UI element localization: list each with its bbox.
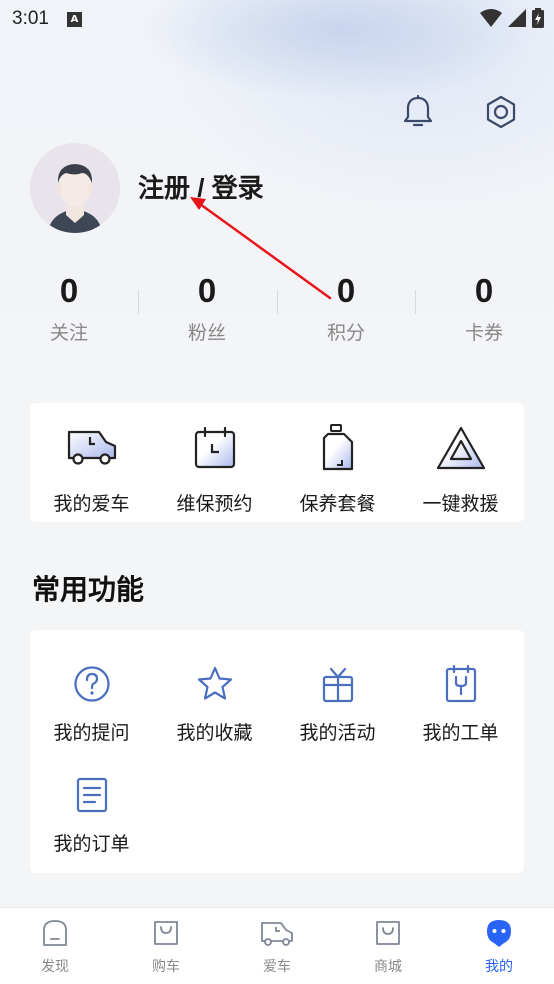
status-icons — [480, 8, 544, 28]
func-label: 我的工单 — [422, 722, 499, 744]
quick-maintenance-package[interactable]: 保养套餐 — [276, 423, 399, 516]
section-title-common-functions: 常用功能 — [32, 573, 145, 606]
stat-value: 0 — [197, 272, 217, 309]
stat-value: 0 — [336, 272, 356, 309]
stat-follow[interactable]: 0 关注 — [0, 266, 138, 345]
func-my-activities[interactable]: 我的活动 — [276, 664, 399, 745]
order-list-icon — [76, 777, 107, 813]
stat-label: 卡券 — [464, 322, 503, 344]
stat-label: 积分 — [326, 322, 365, 344]
stat-value: 0 — [59, 272, 79, 309]
star-icon — [197, 666, 232, 700]
tab-buy-car[interactable]: 购车 — [111, 916, 221, 976]
func-label: 我的订单 — [53, 833, 130, 855]
stat-points[interactable]: 0 积分 — [277, 266, 415, 345]
stat-label: 关注 — [49, 322, 88, 344]
func-my-questions[interactable]: 我的提问 — [30, 664, 153, 745]
tab-label: 商城 — [374, 959, 402, 975]
battery-icon — [532, 8, 544, 28]
car-icon — [67, 430, 116, 465]
func-my-orders[interactable]: 我的订单 — [30, 775, 153, 856]
mall-bag-icon — [376, 921, 400, 945]
oil-bottle-icon — [322, 424, 353, 471]
quick-label: 保养套餐 — [299, 493, 376, 515]
work-order-icon — [445, 664, 476, 703]
tab-my-car[interactable]: 爱车 — [222, 916, 332, 976]
avatar[interactable] — [30, 143, 120, 233]
tab-mine[interactable]: 我的 — [444, 916, 554, 976]
quick-maintenance-booking[interactable]: 维保预约 — [153, 423, 276, 516]
quick-label: 我的爱车 — [53, 493, 130, 515]
quick-my-car[interactable]: 我的爱车 — [30, 423, 153, 516]
quick-label: 一键救援 — [422, 493, 499, 515]
common-functions-card: 我的提问 我的收藏 我的活动 我的工单 我的订单 — [30, 630, 524, 873]
tab-label: 我的 — [485, 959, 513, 975]
func-label: 我的收藏 — [176, 722, 253, 744]
func-label: 我的活动 — [299, 722, 376, 744]
func-my-favorites[interactable]: 我的收藏 — [153, 664, 276, 745]
status-bar: 3:01 A — [0, 0, 554, 38]
tab-label: 爱车 — [263, 959, 291, 975]
signal-icon — [508, 9, 526, 27]
wifi-icon — [480, 9, 502, 27]
func-label: 我的提问 — [53, 722, 130, 744]
profile-icon — [487, 920, 511, 947]
stat-label: 粉丝 — [187, 322, 226, 344]
car-tab-icon — [261, 922, 293, 946]
tab-label: 发现 — [41, 959, 69, 975]
tab-discover[interactable]: 发现 — [0, 916, 110, 976]
quick-rescue[interactable]: 一键救援 — [399, 423, 522, 516]
settings-gear-icon[interactable] — [481, 92, 521, 132]
bottom-tab-bar: 发现 购车 爱车 商城 我的 — [0, 907, 554, 984]
warning-triangle-icon — [436, 426, 485, 470]
discover-icon — [43, 920, 67, 946]
shopping-bag-icon — [154, 921, 178, 945]
question-icon — [73, 666, 110, 702]
notification-bell-icon[interactable] — [398, 92, 438, 132]
register-login-link[interactable]: 注册 / 登录 — [138, 168, 264, 205]
quick-actions-card: 我的爱车 维保预约 保养套餐 一键救援 — [30, 403, 524, 522]
func-my-work-orders[interactable]: 我的工单 — [399, 664, 522, 745]
notification-a-icon: A — [66, 11, 82, 27]
calendar-clock-icon — [194, 426, 235, 469]
stat-value: 0 — [474, 272, 494, 309]
stat-fans[interactable]: 0 粉丝 — [138, 266, 276, 345]
status-time: 3:01 — [12, 8, 49, 29]
stat-coupons[interactable]: 0 卡券 — [415, 266, 553, 345]
tab-mall[interactable]: 商城 — [333, 916, 443, 976]
gift-icon — [322, 667, 353, 703]
quick-label: 维保预约 — [176, 493, 253, 515]
tab-label: 购车 — [152, 959, 180, 975]
